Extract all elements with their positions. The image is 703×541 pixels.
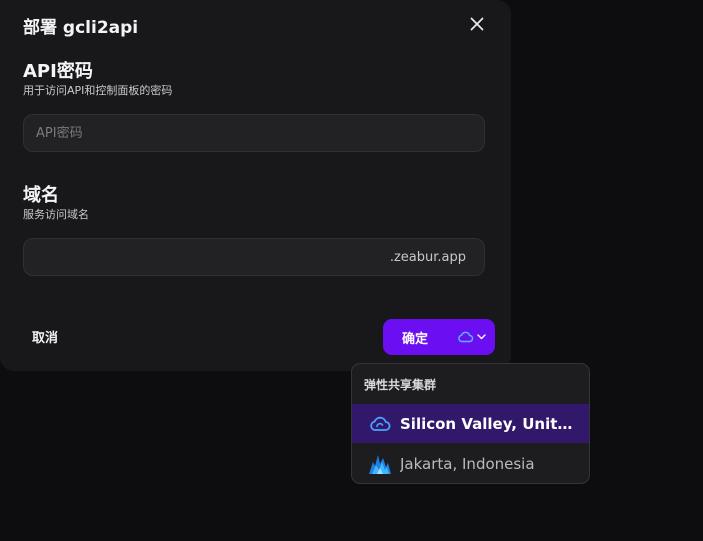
- api-password-description: 用于访问API和控制面板的密码: [23, 84, 173, 97]
- region-select-toggle[interactable]: [447, 319, 495, 355]
- domain-title: 域名: [23, 185, 59, 206]
- dropdown-header: 弹性共享集群: [364, 378, 437, 392]
- api-password-field-wrapper: [23, 114, 485, 152]
- domain-field-wrapper: .zeabur.app: [23, 238, 485, 276]
- cancel-button[interactable]: 取消: [22, 322, 68, 350]
- confirm-button[interactable]: 确定: [383, 319, 447, 355]
- domain-suffix: .zeabur.app: [389, 250, 466, 265]
- api-password-input[interactable]: [24, 115, 484, 151]
- modal-title: 部署 gcli2api: [23, 18, 139, 38]
- domain-description: 服务访问域名: [23, 208, 89, 221]
- confirm-button-group: 确定: [383, 319, 495, 355]
- api-password-title: API密码: [23, 61, 93, 82]
- close-icon: [470, 17, 484, 31]
- mountain-icon: [368, 452, 392, 476]
- deploy-modal: 部署 gcli2api API密码 用于访问API和控制面板的密码 域名 服务访…: [0, 0, 511, 371]
- cloud-icon: [457, 331, 473, 343]
- region-option-silicon-valley[interactable]: Silicon Valley, United States: [352, 404, 589, 443]
- close-button[interactable]: [465, 12, 489, 36]
- region-option-jakarta[interactable]: Jakarta, Indonesia: [352, 444, 589, 483]
- cloud-icon: [368, 412, 392, 436]
- region-dropdown: 弹性共享集群 Silicon Valley, United States Jak…: [351, 363, 590, 484]
- chevron-down-icon: [476, 334, 486, 340]
- region-option-label: Silicon Valley, United States: [400, 414, 582, 433]
- region-option-label: Jakarta, Indonesia: [400, 454, 535, 473]
